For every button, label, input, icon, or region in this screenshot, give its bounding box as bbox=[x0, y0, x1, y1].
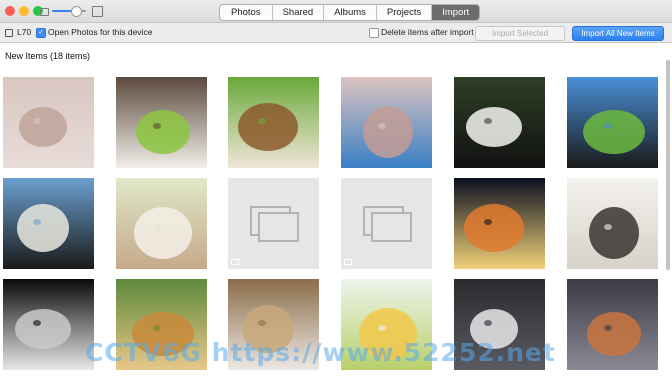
thumbnail-placeholder[interactable] bbox=[341, 178, 432, 269]
thumbnail-husky-puppy[interactable] bbox=[567, 178, 658, 269]
thumbnail-moon-and-tree[interactable] bbox=[3, 279, 94, 370]
slider-knob[interactable] bbox=[70, 6, 82, 17]
device-name: L70 bbox=[17, 27, 32, 37]
thumbnail-sunset-sky[interactable] bbox=[454, 178, 545, 269]
thumbnail-image bbox=[341, 77, 432, 168]
import-toolbar: L70 ✓ Open Photos for this device Delete… bbox=[0, 23, 672, 43]
thumbnail-beagle-puppy[interactable] bbox=[228, 77, 319, 168]
tab-projects[interactable]: Projects bbox=[375, 5, 431, 20]
thumbnail-image bbox=[567, 279, 658, 370]
thumbnail-image bbox=[567, 178, 658, 269]
video-icon bbox=[344, 259, 352, 265]
delete-after-import-checkbox[interactable] bbox=[369, 28, 379, 38]
thumbnail-hamster-in-hand[interactable] bbox=[3, 77, 94, 168]
tab-albums[interactable]: Albums bbox=[323, 5, 376, 20]
thumbnail-large-icon bbox=[92, 6, 103, 17]
thumbnail-piglet[interactable] bbox=[341, 77, 432, 168]
tab-import[interactable]: Import bbox=[431, 5, 480, 20]
view-tabs: Photos Shared Albums Projects Import bbox=[219, 4, 481, 21]
thumbnail-image bbox=[228, 77, 319, 168]
thumbnail-kitten-in-frog-hat[interactable] bbox=[116, 77, 207, 168]
placeholder-front-frame-icon bbox=[258, 212, 299, 242]
thumbnail-image bbox=[454, 178, 545, 269]
thumbnail-small-icon bbox=[40, 8, 49, 16]
thumbnail-image bbox=[567, 77, 658, 168]
thumbnail-image bbox=[454, 77, 545, 168]
open-photos-checkbox[interactable]: ✓ bbox=[36, 28, 46, 38]
tab-photos[interactable]: Photos bbox=[220, 5, 272, 20]
minimize-button[interactable] bbox=[19, 6, 29, 16]
watermark: CCTV6G https://www.52252.net bbox=[85, 338, 556, 367]
thumbnail-image bbox=[3, 178, 94, 269]
close-button[interactable] bbox=[5, 6, 15, 16]
import-selected-button[interactable]: Import Selected bbox=[475, 26, 565, 41]
thumbnail-image bbox=[3, 77, 94, 168]
device-icon bbox=[5, 29, 13, 37]
title-bar: Photos Shared Albums Projects Import bbox=[0, 0, 672, 23]
thumbnail-image bbox=[116, 77, 207, 168]
scrollbar[interactable] bbox=[666, 60, 670, 270]
tab-shared[interactable]: Shared bbox=[271, 5, 324, 20]
thumbnail-image bbox=[3, 279, 94, 370]
thumbnail-pandas[interactable] bbox=[454, 77, 545, 168]
thumbnail-image bbox=[116, 178, 207, 269]
video-icon bbox=[231, 259, 239, 265]
section-title: New Items (18 items) bbox=[5, 51, 91, 61]
thumbnail-placeholder[interactable] bbox=[228, 178, 319, 269]
thumbnail-stormy-sky[interactable] bbox=[567, 279, 658, 370]
thumbnail-black-horse[interactable] bbox=[567, 77, 658, 168]
thumbnail-penguins[interactable] bbox=[3, 178, 94, 269]
open-photos-label: Open Photos for this device bbox=[48, 27, 153, 37]
thumbnail-white-fluffy-cat[interactable] bbox=[116, 178, 207, 269]
import-all-button[interactable]: Import All New Items bbox=[572, 26, 664, 41]
placeholder-front-frame-icon bbox=[371, 212, 412, 242]
thumbnail-size-slider[interactable] bbox=[52, 6, 86, 17]
delete-after-import-label: Delete items after import bbox=[381, 27, 474, 37]
